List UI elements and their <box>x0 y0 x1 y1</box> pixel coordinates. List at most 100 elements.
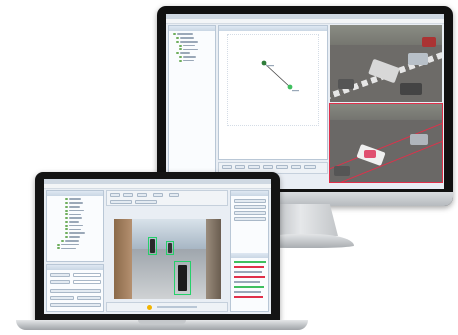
toolbar-button[interactable] <box>110 193 120 197</box>
video-feed-top[interactable] <box>330 25 442 102</box>
property-button[interactable] <box>234 199 266 203</box>
node-label <box>292 90 299 92</box>
list-item[interactable] <box>234 271 262 273</box>
laptop-properties-panel[interactable] <box>230 190 269 312</box>
property-button[interactable] <box>234 205 266 209</box>
tree-item[interactable] <box>49 213 101 216</box>
car <box>410 134 428 145</box>
tree-item[interactable] <box>49 220 101 223</box>
graph-node-icon[interactable] <box>287 84 293 90</box>
monitor-graph-panel-header <box>219 26 327 31</box>
toolbar-button[interactable] <box>153 193 163 197</box>
laptop-tree-panel[interactable] <box>46 190 104 262</box>
tree-node-icon <box>61 239 64 242</box>
tree-node-icon <box>65 201 68 204</box>
tree-item[interactable] <box>49 209 101 212</box>
tree-item[interactable] <box>171 55 213 58</box>
tree-item[interactable] <box>49 228 101 231</box>
graph-node-icon[interactable] <box>261 60 267 66</box>
tree-node-icon <box>176 36 179 39</box>
config-field[interactable] <box>50 280 70 284</box>
toolbar-button[interactable] <box>110 200 132 204</box>
tree-node-icon <box>57 243 60 246</box>
list-item[interactable] <box>234 281 260 283</box>
tree-node-icon <box>65 209 68 212</box>
tree-item[interactable] <box>49 217 101 220</box>
config-button[interactable] <box>50 303 101 307</box>
tree-item[interactable] <box>171 36 213 39</box>
laptop-properties-panel-header <box>231 191 268 196</box>
toolbar-button[interactable] <box>222 165 232 169</box>
timeline-slider[interactable] <box>157 306 197 308</box>
tree-node-icon <box>179 55 182 58</box>
tree-node-icon <box>65 198 68 201</box>
video-feed-bottom[interactable] <box>329 103 443 183</box>
monitor-graph-panel[interactable] <box>218 25 328 160</box>
play-icon[interactable] <box>147 305 152 310</box>
car <box>338 79 354 89</box>
config-button[interactable] <box>77 296 101 300</box>
toolbar-button[interactable] <box>291 165 301 169</box>
tree-item[interactable] <box>49 198 101 201</box>
list-item[interactable] <box>234 286 264 288</box>
config-field[interactable] <box>50 273 70 277</box>
tree-node-icon <box>57 247 60 250</box>
tree-item[interactable] <box>171 44 213 47</box>
tree-item[interactable] <box>171 52 213 55</box>
tree-item[interactable] <box>171 59 213 62</box>
toolbar-button[interactable] <box>248 165 260 169</box>
tree-item[interactable] <box>171 40 213 43</box>
tree-item[interactable] <box>49 243 101 246</box>
graph-canvas[interactable] <box>227 34 319 126</box>
tree-node-icon <box>65 220 68 223</box>
toolbar-button[interactable] <box>276 165 288 169</box>
car <box>334 166 350 176</box>
tree-node-icon <box>65 217 68 220</box>
laptop-config-panel[interactable] <box>46 264 104 312</box>
list-item[interactable] <box>234 261 266 263</box>
toolbar-button[interactable] <box>137 193 147 197</box>
toolbar-button[interactable] <box>169 193 179 197</box>
config-button[interactable] <box>50 289 101 293</box>
tree-node-icon <box>179 48 182 51</box>
laptop-playback-bar <box>106 302 228 312</box>
toolbar-button[interactable] <box>135 200 157 204</box>
tree-node-icon <box>65 205 68 208</box>
list-item[interactable] <box>234 291 261 293</box>
tree-item[interactable] <box>49 247 101 250</box>
laptop-config-panel-header <box>47 265 103 270</box>
toolbar-button[interactable] <box>263 165 273 169</box>
monitor-tree-panel[interactable] <box>168 25 216 175</box>
highlighted-vehicle <box>364 150 376 158</box>
laptop-notch <box>138 320 186 324</box>
monitor-menu-bar[interactable] <box>166 19 444 24</box>
tree-item[interactable] <box>49 239 101 242</box>
tree-item[interactable] <box>49 232 101 235</box>
toolbar-button[interactable] <box>235 165 245 169</box>
laptop-menu-bar[interactable] <box>44 184 271 189</box>
tree-item[interactable] <box>49 205 101 208</box>
monitor-stand <box>270 204 338 236</box>
list-item[interactable] <box>234 276 265 278</box>
config-field[interactable] <box>73 280 101 284</box>
tree-item[interactable] <box>49 235 101 238</box>
car <box>400 83 422 95</box>
config-field[interactable] <box>73 273 101 277</box>
tree-item[interactable] <box>49 201 101 204</box>
tree-item[interactable] <box>171 33 213 36</box>
laptop-video-feed[interactable] <box>114 219 221 299</box>
property-button[interactable] <box>234 211 266 215</box>
toolbar-button[interactable] <box>123 193 133 197</box>
property-button[interactable] <box>234 217 266 221</box>
tree-item[interactable] <box>171 48 213 51</box>
graph-edge <box>263 62 291 88</box>
config-button[interactable] <box>50 296 74 300</box>
tree-node-icon <box>65 224 68 227</box>
list-item[interactable] <box>234 296 263 298</box>
list-item[interactable] <box>234 266 264 268</box>
laptop-app-window <box>44 179 271 314</box>
tree-item[interactable] <box>49 224 101 227</box>
toolbar-button[interactable] <box>304 165 316 169</box>
tree-node-icon <box>65 232 68 235</box>
laptop-toolbar <box>106 190 228 206</box>
